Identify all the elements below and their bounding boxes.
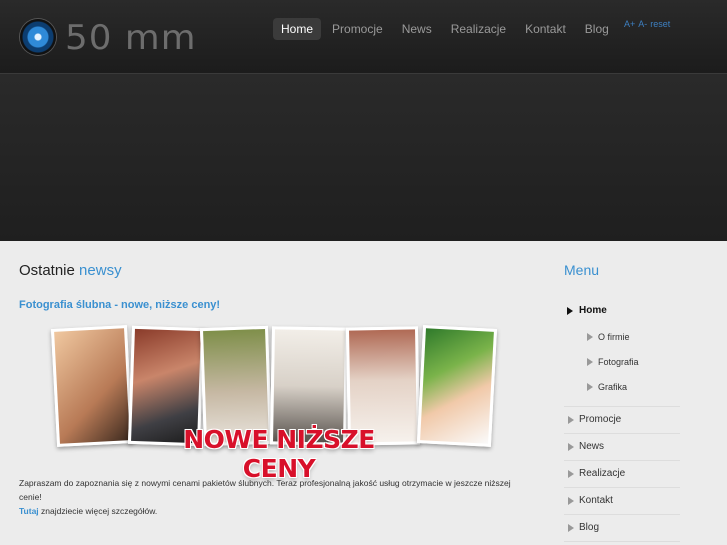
section-title: Ostatnie newsy — [19, 262, 519, 279]
main-nav: Home Promocje News Realizacje Kontakt Bl… — [273, 18, 620, 40]
arrow-right-icon — [568, 443, 574, 451]
promo-image[interactable]: NOWE NIŻSZE CENY — [50, 325, 498, 483]
post-title-link[interactable]: Fotografia ślubna - nowe, niższe ceny! — [19, 299, 519, 311]
menu-divider — [564, 400, 680, 407]
section-title-plain: Ostatnie — [19, 262, 75, 279]
site-header: 50 mm Home Promocje News Realizacje Kont… — [0, 0, 727, 74]
menu-item-label: Kontakt — [579, 495, 613, 506]
font-increase-link[interactable]: A+ — [624, 19, 635, 29]
nav-promocje[interactable]: Promocje — [324, 18, 391, 40]
arrow-right-icon — [568, 524, 574, 532]
menu-title: Menu — [564, 262, 600, 278]
font-size-tools: A+ A-reset — [624, 19, 673, 29]
arrow-right-icon — [568, 470, 574, 478]
details-link-tail: znajdziecie więcej szczegółów. — [38, 506, 158, 516]
menu-item-realizacje[interactable]: Realizacje — [564, 461, 680, 488]
menu-item-label: Promocje — [579, 414, 622, 425]
menu-list: Home O firmie Fotografia Grafika Promocj… — [564, 296, 680, 542]
menu-item-label: News — [579, 441, 605, 452]
lens-logo-icon[interactable] — [20, 19, 56, 55]
nav-news[interactable]: News — [394, 18, 440, 40]
menu-subitem-o-firmie[interactable]: O firmie — [564, 325, 680, 350]
main-content: Ostatnie newsy Fotografia ślubna - nowe,… — [19, 241, 519, 516]
details-link[interactable]: Tutaj — [19, 506, 39, 516]
sidebar-menu: Menu Home O firmie Fotografia Grafika Pr… — [564, 241, 680, 542]
nav-kontakt[interactable]: Kontakt — [517, 18, 574, 40]
menu-item-blog[interactable]: Blog — [564, 515, 680, 542]
font-reset-link[interactable]: reset — [650, 19, 670, 29]
arrow-right-icon — [567, 307, 573, 315]
menu-item-label: Home — [579, 305, 607, 316]
logo-text[interactable]: 50 mm — [65, 18, 197, 58]
menu-item-label: Realizacje — [579, 468, 626, 479]
nav-realizacje[interactable]: Realizacje — [443, 18, 514, 40]
menu-item-label: O firmie — [598, 332, 630, 342]
promo-text: NOWE NIŻSZE CENY — [183, 425, 375, 483]
arrow-right-icon — [587, 333, 593, 341]
nav-blog[interactable]: Blog — [577, 18, 617, 40]
menu-item-news[interactable]: News — [564, 434, 680, 461]
font-decrease-link[interactable]: A- — [638, 19, 647, 29]
arrow-right-icon — [587, 358, 593, 366]
menu-item-label: Blog — [579, 522, 600, 533]
menu-subitem-fotografia[interactable]: Fotografia — [564, 350, 680, 375]
post-body-text: Zapraszam do zapoznania się z nowymi cen… — [19, 478, 511, 502]
photo-happy-couple — [416, 325, 498, 447]
menu-subitem-grafika[interactable]: Grafika — [564, 375, 680, 400]
banner-area — [0, 74, 727, 241]
menu-item-kontakt[interactable]: Kontakt — [564, 488, 680, 515]
menu-item-label: Fotografia — [598, 357, 639, 367]
arrow-right-icon — [568, 416, 574, 424]
arrow-right-icon — [587, 383, 593, 391]
menu-item-promocje[interactable]: Promocje — [564, 407, 680, 434]
section-title-accent: newsy — [79, 262, 122, 279]
photo-portrait-woman — [50, 325, 134, 447]
arrow-right-icon — [568, 497, 574, 505]
menu-item-label: Grafika — [598, 382, 628, 392]
nav-home[interactable]: Home — [273, 18, 322, 40]
menu-item-home[interactable]: Home — [564, 296, 680, 325]
post-body: Zapraszam do zapoznania się z nowymi cen… — [19, 476, 514, 518]
